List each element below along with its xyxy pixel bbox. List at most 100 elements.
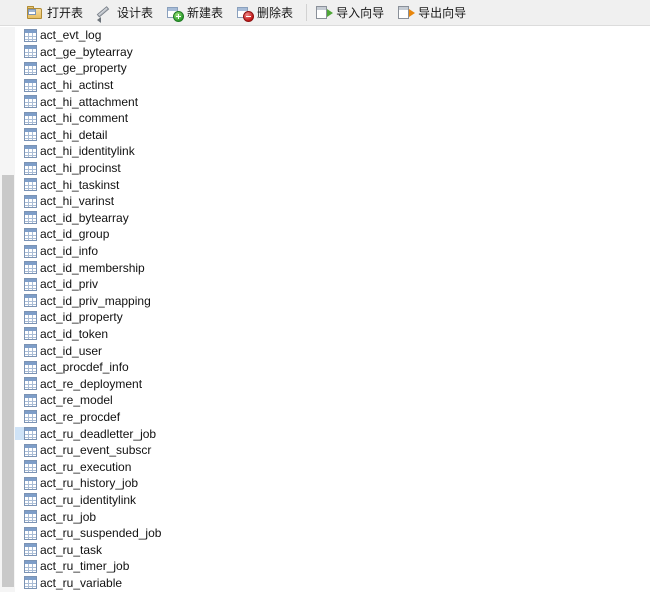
table-grid-icon <box>24 244 37 258</box>
table-grid-icon <box>24 576 37 590</box>
table-name-label: act_id_token <box>40 326 109 341</box>
table-grid-icon <box>24 28 37 42</box>
table-grid-icon <box>24 294 37 308</box>
table-grid-icon <box>24 194 37 208</box>
table-name-label: act_re_deployment <box>40 376 143 391</box>
table-grid-icon <box>24 410 37 424</box>
table-list-item[interactable]: act_id_token <box>15 326 650 343</box>
table-list-item[interactable]: act_ru_job <box>15 508 650 525</box>
table-grid-icon <box>24 178 37 192</box>
table-name-label: act_hi_actinst <box>40 78 114 93</box>
import-wizard-label: 导入向导 <box>336 6 385 20</box>
export-wizard-label: 导出向导 <box>418 6 467 20</box>
table-name-label: act_id_group <box>40 227 110 242</box>
table-list-item[interactable]: act_ru_identitylink <box>15 492 650 509</box>
table-grid-icon <box>24 161 37 175</box>
table-list-item[interactable]: act_ge_bytearray <box>15 44 650 61</box>
import-wizard-button[interactable]: 导入向导 <box>311 1 389 25</box>
table-grid-icon <box>24 510 37 524</box>
table-name-label: act_ru_job <box>40 509 97 524</box>
import-wizard-icon <box>316 5 334 21</box>
table-list-item[interactable]: act_id_priv_mapping <box>15 293 650 310</box>
table-grid-icon <box>24 95 37 109</box>
table-list-item[interactable]: act_id_group <box>15 226 650 243</box>
table-list-item[interactable]: act_id_priv <box>15 276 650 293</box>
table-list-item[interactable]: act_id_info <box>15 243 650 260</box>
table-grid-icon <box>24 327 37 341</box>
add-table-icon <box>167 5 185 22</box>
table-name-label: act_ru_event_subscr <box>40 443 152 458</box>
table-name-label: act_id_priv_mapping <box>40 293 151 308</box>
table-name-label: act_id_bytearray <box>40 210 129 225</box>
table-name-label: act_ru_variable <box>40 575 123 590</box>
table-grid-icon <box>24 427 37 441</box>
table-name-label: act_id_priv <box>40 277 99 292</box>
table-list-item[interactable]: act_id_user <box>15 342 650 359</box>
scrollbar-thumb[interactable] <box>2 175 14 587</box>
row-edge-marker <box>15 427 24 441</box>
table-grid-icon <box>24 45 37 59</box>
table-name-label: act_hi_attachment <box>40 94 139 109</box>
table-grid-icon <box>24 543 37 557</box>
delete-table-button[interactable]: 删除表 <box>232 1 298 25</box>
table-grid-icon <box>24 393 37 407</box>
table-name-label: act_ru_execution <box>40 459 132 474</box>
table-grid-icon <box>24 377 37 391</box>
table-list-item[interactable]: act_hi_identitylink <box>15 143 650 160</box>
open-folder-icon <box>27 5 43 21</box>
delete-table-label: 删除表 <box>257 6 294 20</box>
table-list-item[interactable]: act_id_membership <box>15 259 650 276</box>
table-list-item[interactable]: act_hi_procinst <box>15 160 650 177</box>
table-list-item[interactable]: act_ru_variable <box>15 575 650 592</box>
new-table-button[interactable]: 新建表 <box>162 1 228 25</box>
table-list-item[interactable]: act_ru_deadletter_job <box>15 425 650 442</box>
table-name-label: act_ge_bytearray <box>40 44 133 59</box>
table-name-label: act_hi_varinst <box>40 194 115 209</box>
toolbar-separator <box>306 4 308 21</box>
table-list-item[interactable]: act_hi_comment <box>15 110 650 127</box>
table-list-item[interactable]: act_ge_property <box>15 60 650 77</box>
table-name-label: act_hi_detail <box>40 127 108 142</box>
table-list-item[interactable]: act_re_procdef <box>15 409 650 426</box>
table-name-label: act_hi_taskinst <box>40 177 120 192</box>
table-list-item[interactable]: act_re_deployment <box>15 375 650 392</box>
table-list-item[interactable]: act_evt_log <box>15 27 650 44</box>
table-list-item[interactable]: act_ru_timer_job <box>15 558 650 575</box>
export-wizard-icon <box>398 5 416 21</box>
table-name-label: act_id_property <box>40 310 123 325</box>
table-list-item[interactable]: act_re_model <box>15 392 650 409</box>
table-grid-icon <box>24 78 37 92</box>
table-list-item[interactable]: act_hi_taskinst <box>15 176 650 193</box>
open-table-button[interactable]: 打开表 <box>22 1 88 25</box>
table-list-item[interactable]: act_ru_history_job <box>15 475 650 492</box>
table-grid-icon <box>24 360 37 374</box>
table-list-item[interactable]: act_ru_suspended_job <box>15 525 650 542</box>
table-list-item[interactable]: act_procdef_info <box>15 359 650 376</box>
table-list-item[interactable]: act_hi_detail <box>15 127 650 144</box>
table-list-item[interactable]: act_id_bytearray <box>15 210 650 227</box>
table-list-item[interactable]: act_ru_task <box>15 541 650 558</box>
table-name-label: act_ru_deadletter_job <box>40 426 157 441</box>
table-grid-icon <box>24 443 37 457</box>
design-table-label: 设计表 <box>117 6 154 20</box>
table-name-label: act_re_model <box>40 393 113 408</box>
design-table-button[interactable]: 设计表 <box>92 1 158 25</box>
table-name-label: act_ru_history_job <box>40 476 139 491</box>
table-list-item[interactable]: act_hi_actinst <box>15 77 650 94</box>
table-grid-icon <box>24 261 37 275</box>
table-name-label: act_hi_comment <box>40 111 129 126</box>
table-name-label: act_hi_identitylink <box>40 144 135 159</box>
pencil-icon <box>96 5 113 23</box>
table-list-item[interactable]: act_hi_attachment <box>15 93 650 110</box>
table-grid-icon <box>24 493 37 507</box>
table-list-item[interactable]: act_ru_execution <box>15 458 650 475</box>
table-grid-icon <box>24 211 37 225</box>
table-list-item[interactable]: act_id_property <box>15 309 650 326</box>
table-name-label: act_ru_suspended_job <box>40 526 162 541</box>
export-wizard-button[interactable]: 导出向导 <box>393 1 471 25</box>
table-list-item[interactable]: act_hi_varinst <box>15 193 650 210</box>
table-grid-icon <box>24 227 37 241</box>
vertical-scrollbar[interactable] <box>0 27 15 592</box>
table-list-item[interactable]: act_ru_event_subscr <box>15 442 650 459</box>
table-name-label: act_ru_timer_job <box>40 559 130 574</box>
